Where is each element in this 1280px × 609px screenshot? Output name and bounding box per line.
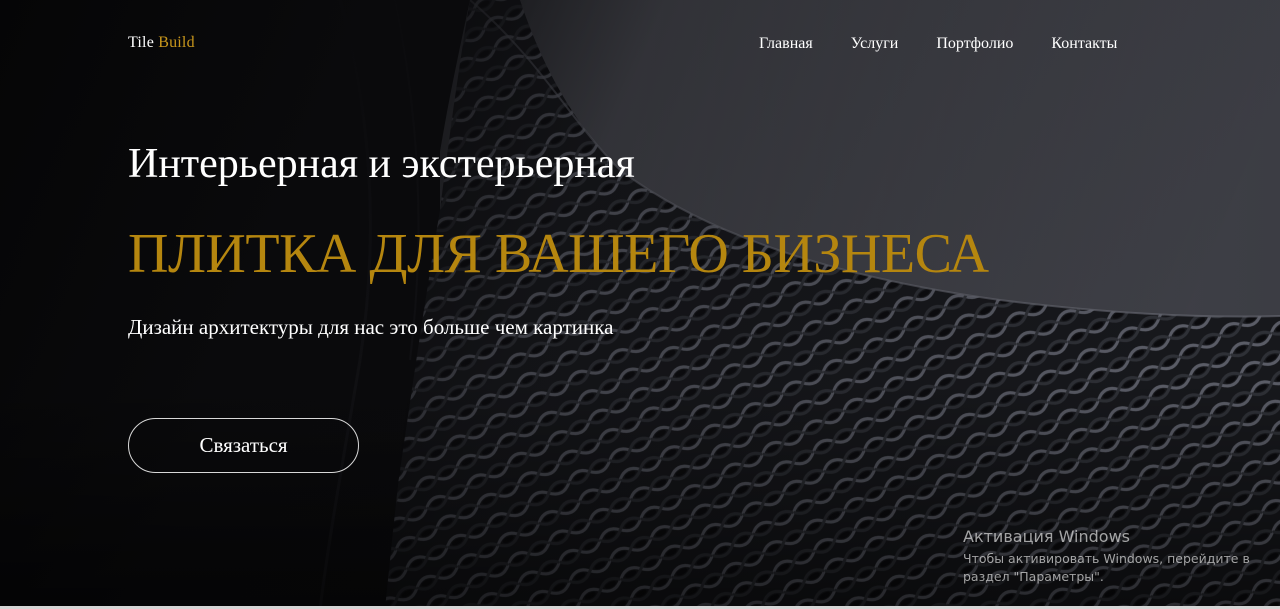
main-navigation: Главная Услуги Портфолио Контакты <box>759 35 1117 53</box>
watermark-title: Активация Windows <box>963 527 1130 546</box>
watermark-text: Чтобы активировать Windows, перейдите в … <box>963 551 1250 584</box>
hero-title: ПЛИТКА ДЛЯ ВАШЕГО БИЗНЕСА <box>128 223 989 285</box>
brand-name-part2: Build <box>158 34 195 51</box>
brand-name-part1: Tile <box>128 34 155 51</box>
brand-logo[interactable]: Tile Build <box>128 34 195 52</box>
background-architecture-image <box>0 0 1280 609</box>
hero-section: Tile Build Главная Услуги Портфолио Конт… <box>0 0 1280 609</box>
hero-subtitle: Дизайн архитектуры для нас это больше че… <box>128 315 614 339</box>
hero-headline: Интерьерная и экстерьерная <box>128 141 635 187</box>
nav-link-services[interactable]: Услуги <box>851 35 899 53</box>
contact-button[interactable]: Связаться <box>128 418 359 473</box>
windows-activation-watermark: Активация Windows Чтобы активировать Win… <box>963 527 1273 586</box>
nav-link-contacts[interactable]: Контакты <box>1051 35 1117 53</box>
nav-link-home[interactable]: Главная <box>759 35 813 53</box>
nav-link-portfolio[interactable]: Портфолио <box>936 35 1013 53</box>
